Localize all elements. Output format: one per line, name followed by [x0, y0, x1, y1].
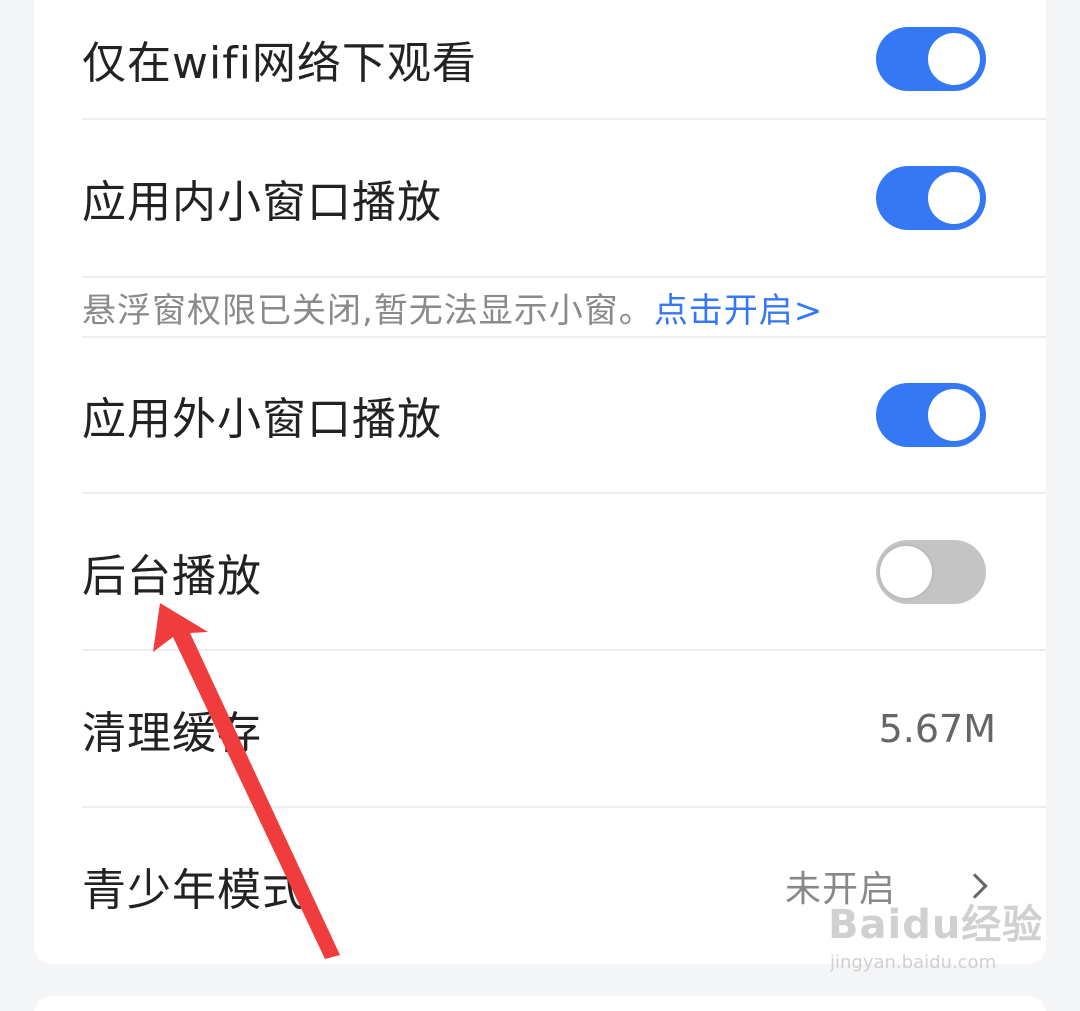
notice-text: 悬浮窗权限已关闭,暂无法显示小窗。 — [82, 290, 654, 331]
out-app-pip-toggle[interactable] — [876, 383, 986, 447]
settings-card: 仅在wifi网络下观看 应用内小窗口播放 悬浮窗权限已关闭,暂无法显示小窗。 点… — [34, 0, 1046, 964]
overlay-permission-notice: 悬浮窗权限已关闭,暂无法显示小窗。 点击开启> — [82, 278, 1046, 338]
setting-label-in-app-pip: 应用内小窗口播放 — [82, 177, 442, 228]
toggle-knob — [880, 545, 932, 598]
setting-label-background-play: 后台播放 — [82, 550, 262, 602]
toggle-knob — [928, 33, 980, 85]
baidu-watermark: Baidu经验 jingyan.baidu.com — [828, 892, 1043, 973]
setting-row-in-app-pip[interactable]: 应用内小窗口播放 — [82, 120, 1046, 278]
setting-row-wifi-only[interactable]: 仅在wifi网络下观看 — [82, 0, 1046, 120]
toggle-knob — [928, 172, 980, 224]
in-app-pip-toggle[interactable] — [876, 166, 986, 230]
watermark-sub: jingyan.baidu.com — [830, 952, 997, 973]
setting-label-out-app-pip: 应用外小窗口播放 — [82, 394, 442, 445]
setting-label-teen-mode: 青少年模式 — [82, 865, 307, 916]
enable-permission-link[interactable]: 点击开启> — [654, 283, 824, 332]
cache-size-value: 5.67M — [878, 706, 996, 751]
setting-row-out-app-pip[interactable]: 应用外小窗口播放 — [82, 338, 1046, 494]
setting-row-clear-cache[interactable]: 清理缓存 5.67M — [82, 651, 1046, 808]
background-play-toggle[interactable] — [876, 539, 986, 604]
setting-row-background-play[interactable]: 后台播放 — [82, 494, 1046, 651]
next-settings-card — [34, 996, 1046, 1011]
toggle-knob — [928, 389, 980, 441]
setting-label-clear-cache: 清理缓存 — [82, 707, 262, 759]
wifi-only-toggle[interactable] — [876, 27, 986, 91]
watermark-main: Baidu经验 — [828, 902, 1044, 948]
setting-label-wifi-only: 仅在wifi网络下观看 — [82, 38, 477, 89]
